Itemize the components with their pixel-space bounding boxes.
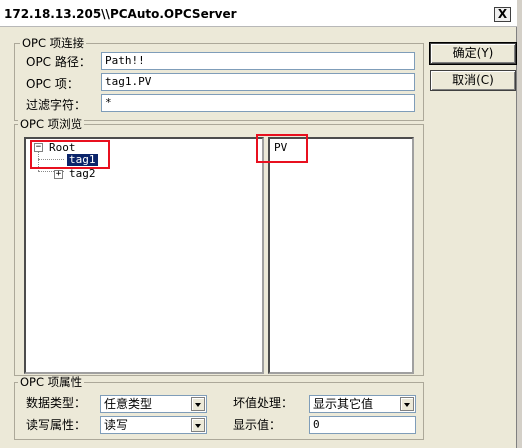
display-value-label: 显示值： (233, 418, 282, 432)
filter-label: 过滤字符： (26, 98, 87, 112)
datatype-label: 数据类型： (26, 396, 87, 410)
close-icon: X (497, 7, 508, 21)
opc-item-label: OPC 项： (26, 77, 79, 91)
access-label: 读写属性： (26, 418, 87, 432)
window-title: 172.18.13.205\\PCAuto.OPCServer (4, 7, 237, 21)
datatype-select[interactable]: 任意类型 (100, 395, 207, 413)
filter-input[interactable]: * (101, 94, 415, 112)
badvalue-value: 显示其它值 (313, 397, 374, 411)
datatype-value: 任意类型 (104, 397, 153, 411)
highlight-box-pv (256, 134, 308, 163)
opc-item-input[interactable]: tag1.PV (101, 73, 415, 91)
tree-node-tag2[interactable]: tag2 (67, 168, 98, 180)
badvalue-select[interactable]: 显示其它值 (309, 395, 416, 413)
access-value: 读写 (104, 418, 129, 432)
opc-path-label: OPC 路径： (26, 55, 91, 69)
expand-icon[interactable]: + (54, 170, 63, 179)
chevron-down-icon[interactable] (400, 397, 414, 411)
opc-attributes-group-title: OPC 项属性 (18, 375, 85, 389)
display-value-input[interactable]: 0 (309, 416, 416, 434)
opc-dialog: 172.18.13.205\\PCAuto.OPCServer X OPC 项连… (0, 0, 517, 448)
opc-browse-group-title: OPC 项浏览 (18, 117, 85, 131)
close-button[interactable]: X (494, 7, 511, 22)
highlight-box-tag1 (30, 140, 110, 169)
title-bar[interactable]: 172.18.13.205\\PCAuto.OPCServer X (0, 0, 517, 27)
access-select[interactable]: 读写 (100, 416, 207, 434)
cancel-button[interactable]: 取消(C) (430, 70, 516, 91)
badvalue-label: 坏值处理： (233, 396, 294, 410)
ok-button[interactable]: 确定(Y) (429, 42, 517, 65)
chevron-down-icon[interactable] (191, 397, 205, 411)
opc-connection-group-title: OPC 项连接 (20, 36, 87, 50)
item-tree-view[interactable]: − Root tag1 + tag2 (24, 137, 264, 374)
opc-path-input[interactable]: Path!! (101, 52, 415, 70)
background-scrollbar-edge (517, 0, 522, 448)
chevron-down-icon[interactable] (191, 418, 205, 432)
property-list[interactable]: PV (268, 137, 414, 374)
